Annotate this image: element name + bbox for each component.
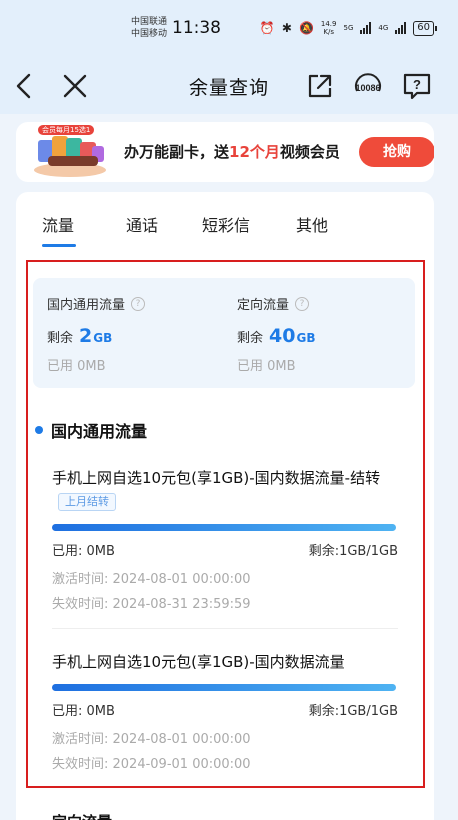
tab-data[interactable]: 流量 [42,212,74,236]
service-hotline-button[interactable]: 10086 [350,68,386,104]
active-tab-indicator [42,244,76,247]
signal-5g-label: 5G [343,24,354,32]
share-button[interactable] [302,68,338,104]
page-title: 余量查询 [188,77,269,99]
usage-tabs: 流量 通话 短彩信 其他 [16,212,434,252]
net-speed-value: 14.9 [320,20,337,28]
status-time: 11:38 [172,18,221,38]
help-bubble-icon: ? [403,73,431,100]
tab-other[interactable]: 其他 [296,212,328,236]
svg-text:?: ? [413,77,421,92]
promo-banner[interactable]: 会员每月15选1 办万能副卡，送12个月视频会员 抢购 [16,122,434,182]
carrier-1: 中国联通 [131,17,168,27]
signal-icon [360,22,372,34]
highlight-frame [26,260,425,788]
promo-text-post: 视频会员 [279,143,340,161]
alarm-icon: ⏰ [259,21,275,35]
status-icons: ⏰ ✱ 🔕 14.9 K/s 5G 4G 60 [259,20,437,36]
next-section-title: 定向流量 [52,811,112,820]
battery-icon: 60 [413,20,437,36]
promo-tag: 会员每月15选1 [38,125,95,135]
signal-icon-2 [395,22,407,34]
share-icon [308,74,332,98]
service-10086-icon: 10086 [355,73,381,93]
promo-text-pre: 办万能副卡，送 [124,143,230,161]
nav-bar: 余量查询 10086 ? [0,58,458,114]
signal-4g: 4G [378,24,388,32]
mute-icon: 🔕 [298,21,314,35]
carrier-2: 中国移动 [131,29,168,39]
carrier-names: 中国联通 中国移动 [131,16,167,40]
service-number: 10086 [355,83,380,93]
signal-5g: 5G [343,24,353,32]
help-feedback-button[interactable]: ? [399,68,435,104]
promo-text: 办万能副卡，送12个月视频会员 [124,141,340,162]
net-speed-unit: K/s [323,28,334,36]
status-bar: 中国联通 中国移动 11:38 ⏰ ✱ 🔕 14.9 K/s 5G 4G 60 [0,0,458,58]
net-speed: 14.9 K/s [321,20,337,36]
tab-sms[interactable]: 短彩信 [202,212,250,236]
signal-4g-label: 4G [378,24,389,32]
tab-calls[interactable]: 通话 [126,212,158,236]
promo-text-highlight: 12个月 [229,143,280,161]
buy-now-button[interactable]: 抢购 [359,137,434,167]
bluetooth-icon: ✱ [281,21,292,35]
